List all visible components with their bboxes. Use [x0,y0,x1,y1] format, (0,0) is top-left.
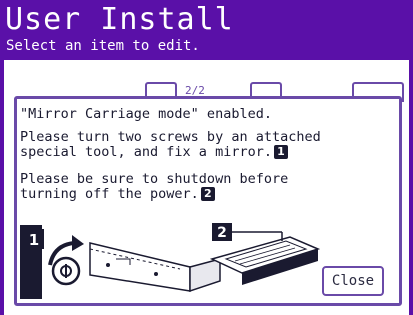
page-title: User Install [5,2,234,37]
dialog-message-shutdown-1: Please be sure to shutdown before [20,171,289,187]
dialog-message-screws-1: Please turn two screws by an attached [20,129,321,145]
dialog-message-screws-2: special tool, and fix a mirror. 1 [20,145,288,160]
illustration-badge-2-label: 2 [217,225,227,241]
step-2-marker: 2 [200,187,215,201]
dialog-message-screws-text: special tool, and fix a mirror. [20,144,272,160]
mirror-carriage-illustration: 1 2 [20,223,320,299]
dialog-message-status: "Mirror Carriage mode" enabled. [20,106,272,122]
dialog-message-shutdown-2: turning off the power. 2 [20,187,215,202]
step-1-marker: 1 [273,145,288,159]
dialog-message-shutdown-text: turning off the power. [20,186,199,202]
illustration-badge-1-label: 1 [29,231,39,249]
carriage-body [89,242,191,292]
close-button[interactable]: Close [322,266,384,296]
page-subtitle: Select an item to edit. [6,38,200,54]
